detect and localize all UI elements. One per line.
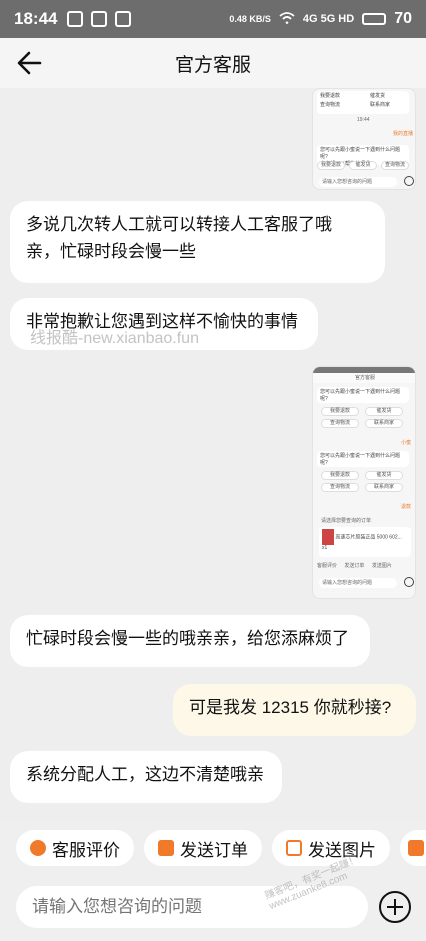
shot2-title: 官方客服	[313, 373, 415, 383]
chat-area[interactable]: 我要退款 催发货 查询物流 联系商家 19:44 我的直播 您可以先跟小蜜说一下遇到…	[0, 88, 426, 820]
status-right: 0.48 KB/S 4G 5G HD 70	[229, 10, 412, 28]
shot1-tag: 我的直播	[393, 131, 414, 137]
shot1-row1: 我要退款	[320, 93, 341, 99]
status-bar: 18:44 0.48 KB/S 4G 5G HD 70	[0, 0, 426, 38]
shot1-time: 19:44	[357, 117, 370, 123]
image-icon	[286, 840, 302, 856]
plus-icon[interactable]	[378, 890, 412, 924]
share-icon	[408, 840, 424, 856]
tiktok-icon	[67, 11, 84, 27]
smile-icon	[30, 840, 46, 856]
status-time: 18:44	[14, 9, 58, 28]
send-order-button[interactable]: 发送订单	[144, 830, 262, 866]
wifi-icon	[279, 11, 295, 27]
agent-message-4: 系统分配人工，这边不清楚哦亲	[10, 751, 282, 803]
back-arrow-icon[interactable]	[16, 50, 44, 76]
chat-screenshot-image[interactable]: 我要退款 催发货 查询物流 联系商家 19:44 我的直播 您可以先跟小蜜说一下遇到…	[312, 88, 416, 190]
net-speed: 0.48 KB/S	[229, 14, 271, 24]
shot2-plus-icon	[404, 577, 414, 587]
battery-level: 70	[394, 10, 412, 27]
input-bar: 赚客吧，有奖一起赚！ www.zuanke8.com	[0, 854, 426, 941]
app-icon	[115, 11, 132, 27]
rate-service-button[interactable]: 客服评价	[16, 830, 134, 866]
agent-message-3: 忙碌时段会慢一些的哦亲亲，给您添麻烦了	[10, 615, 370, 667]
notification-icons	[67, 11, 132, 27]
shot1-plus-icon	[404, 176, 414, 186]
agent-message-1: 多说几次转人工就可以转接人工客服了哦 亲，忙碌时段会慢一些	[10, 201, 385, 283]
user-message: 可是我发 12315 你就秒接?	[173, 684, 416, 736]
alipay-icon	[91, 11, 108, 27]
shot1-input: 请输入您想咨询的问题	[319, 177, 397, 187]
order-icon	[158, 840, 174, 856]
signal-label: 4G 5G HD	[302, 13, 355, 25]
shot2-tag1: 小蜜	[401, 440, 412, 446]
battery-icon	[362, 13, 387, 25]
watermark-text: 线报酷-new.xianbao.fun	[30, 330, 199, 347]
shot2-product-thumb	[322, 529, 334, 545]
page-title: 官方客服	[174, 54, 251, 76]
top-bar: 官方客服	[0, 38, 426, 88]
shot2-tag2: 退款	[401, 504, 412, 510]
chat-screenshot-image-2[interactable]: 官方客服 您可以先跟小蜜说一下遇到什么问题呢? 我要退款 催发货 查询物流 联系…	[312, 366, 416, 599]
